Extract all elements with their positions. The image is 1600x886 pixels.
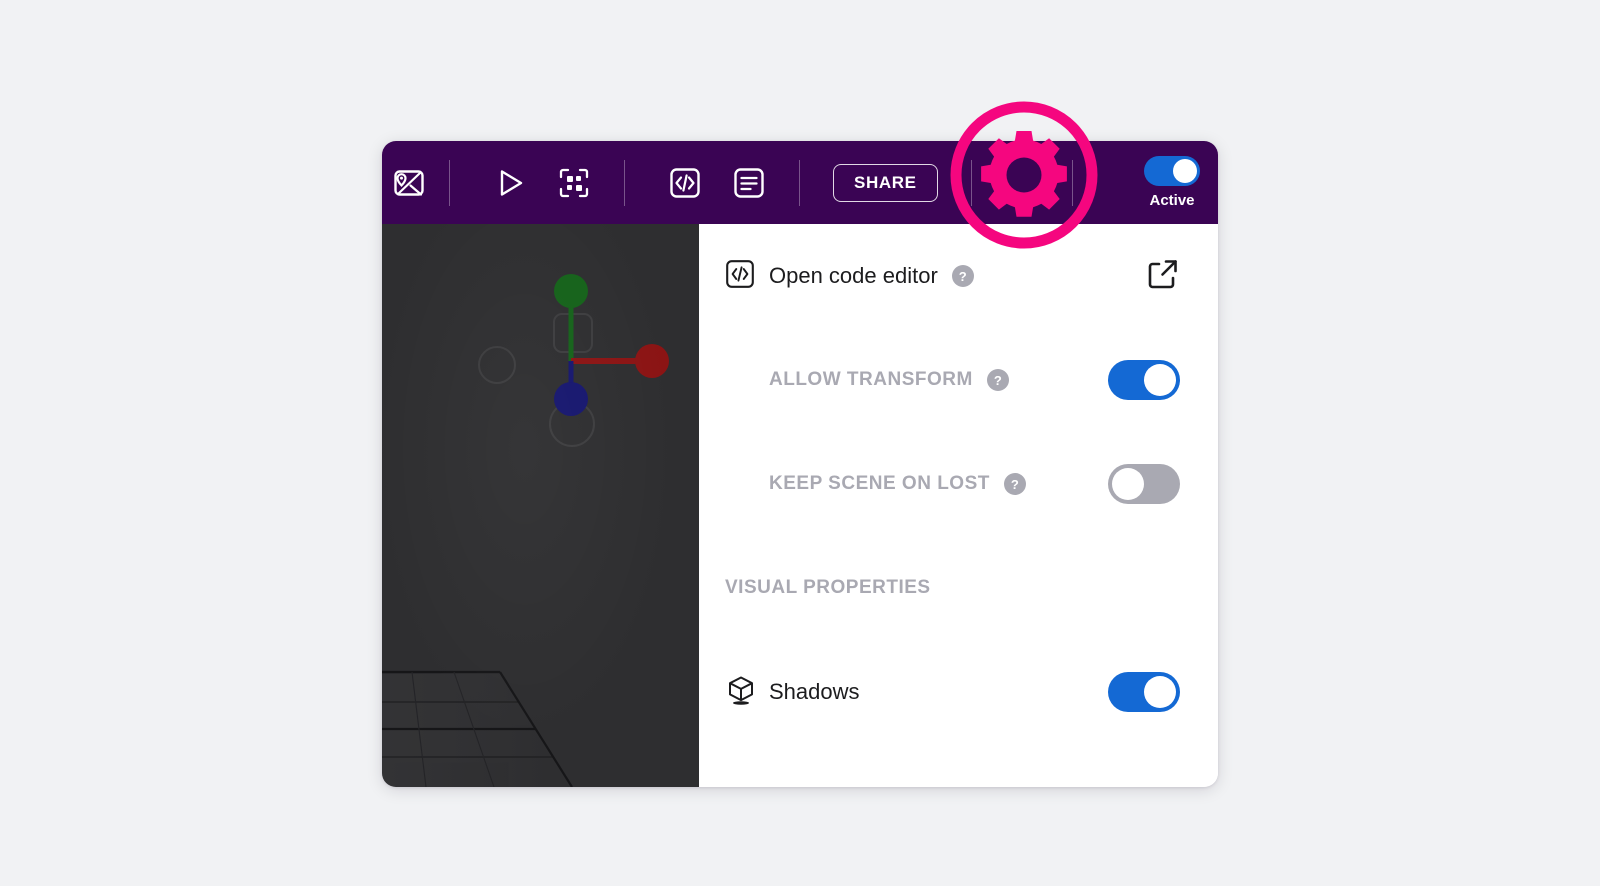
allow-transform-toggle[interactable] xyxy=(1108,360,1180,400)
settings-panel: Open code editor ? ALLOW TRANSFORM ? KEE… xyxy=(699,224,1218,787)
code-icon xyxy=(668,166,702,200)
toggle-knob xyxy=(1144,364,1176,396)
row-icon-slot xyxy=(725,259,769,294)
share-button[interactable]: SHARE xyxy=(833,163,938,202)
settings-row-label: Shadows xyxy=(769,679,860,704)
row-icon-slot xyxy=(725,674,769,711)
active-toggle-label: Active xyxy=(1149,192,1195,209)
toolbar-right-group: Active xyxy=(1138,141,1218,224)
toolbar-separator xyxy=(1071,159,1073,206)
play-icon-button[interactable] xyxy=(483,141,537,224)
active-toggle-knob xyxy=(1173,159,1197,183)
keep-scene-on-lost-toggle[interactable] xyxy=(1108,464,1180,504)
axis-gizmo[interactable] xyxy=(554,274,669,416)
shadows-toggle[interactable] xyxy=(1108,672,1180,712)
play-icon xyxy=(492,165,528,201)
settings-row-label: KEEP SCENE ON LOST xyxy=(769,473,990,494)
code-icon xyxy=(725,259,755,294)
active-toggle-group[interactable]: Active xyxy=(1138,156,1218,209)
settings-row-label: ALLOW TRANSFORM xyxy=(769,369,973,390)
map-preview-icon-button[interactable] xyxy=(382,141,436,224)
external-link-icon[interactable] xyxy=(1146,257,1180,296)
section-header-visual-properties: VISUAL PROPERTIES xyxy=(725,577,931,598)
help-badge[interactable]: ? xyxy=(951,265,974,287)
top-toolbar: SHARE Active xyxy=(382,141,1218,224)
active-toggle[interactable] xyxy=(1144,156,1200,186)
toolbar-separator xyxy=(449,159,450,206)
gear-icon xyxy=(1003,161,1041,204)
qr-code-icon xyxy=(558,167,590,199)
settings-row-shadows[interactable]: Shadows xyxy=(725,640,1180,744)
screenshot-stage: SHARE Active Open code editor ? ALLOW TR… xyxy=(0,0,1600,886)
qr-code-icon-button[interactable] xyxy=(547,141,601,224)
toolbar-separator xyxy=(799,159,800,206)
gizmo-x-handle xyxy=(635,344,669,378)
cube-shadow-icon xyxy=(725,674,757,711)
toolbar-separator xyxy=(970,159,972,206)
toggle-knob xyxy=(1112,468,1144,500)
help-badge[interactable]: ? xyxy=(986,369,1009,391)
app-window: SHARE Active Open code editor ? ALLOW TR… xyxy=(382,141,1218,787)
gizmo-y-handle xyxy=(554,274,588,308)
toggle-knob xyxy=(1144,676,1176,708)
settings-row-keep-scene-on-lost[interactable]: KEEP SCENE ON LOST ? xyxy=(725,432,1180,536)
card-body: Open code editor ? ALLOW TRANSFORM ? KEE… xyxy=(382,224,1218,787)
3d-viewport[interactable] xyxy=(382,224,699,787)
settings-button[interactable] xyxy=(985,141,1059,224)
toolbar-separator xyxy=(624,159,625,206)
toolbar-left-group: SHARE xyxy=(382,141,1086,224)
settings-row-label: Open code editor xyxy=(769,263,938,288)
document-icon xyxy=(732,166,766,200)
gizmo-z-handle xyxy=(554,382,588,416)
settings-row-open-code-editor[interactable]: Open code editor ? xyxy=(725,224,1180,328)
map-preview-icon xyxy=(392,166,426,200)
help-badge[interactable]: ? xyxy=(1003,473,1026,495)
viewport-ghost-shapes xyxy=(478,313,595,447)
document-icon-button[interactable] xyxy=(722,141,776,224)
grid-floor xyxy=(382,670,573,787)
viewport-scene xyxy=(382,274,669,787)
code-icon-button[interactable] xyxy=(658,141,712,224)
settings-row-allow-transform[interactable]: ALLOW TRANSFORM ? xyxy=(725,328,1180,432)
